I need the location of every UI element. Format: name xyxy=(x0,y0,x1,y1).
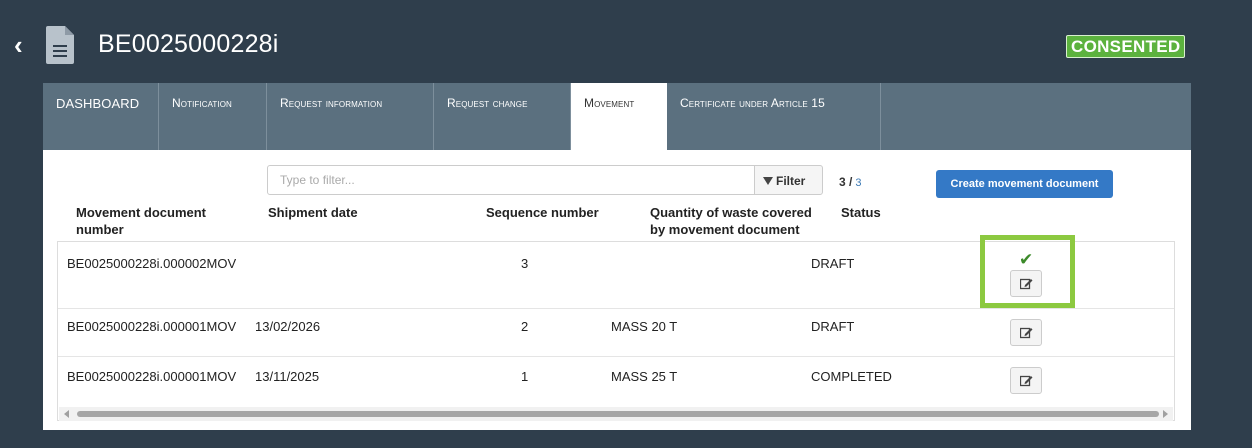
cell-doc-number: BE0025000228i.000001MOV xyxy=(67,319,237,334)
cell-sequence: 1 xyxy=(521,369,529,384)
document-icon xyxy=(46,26,74,64)
movement-panel: Filter 3 /3 Create movement document Mov… xyxy=(43,150,1191,430)
cell-sequence: 2 xyxy=(521,319,529,334)
page-title: BE0025000228i xyxy=(98,30,279,58)
column-header-doc-number[interactable]: Movement document number xyxy=(76,204,246,238)
filter-funnel-icon xyxy=(763,176,773,185)
status-badge: CONSENTED xyxy=(1066,35,1186,58)
scrollbar-thumb[interactable] xyxy=(77,411,1159,417)
back-chevron-icon[interactable]: ‹ xyxy=(14,32,32,58)
tab-dashboard[interactable]: DASHBOARD xyxy=(43,83,159,150)
filter-button-label: Filter xyxy=(776,174,806,188)
cell-status: COMPLETED xyxy=(811,369,892,384)
scroll-left-arrow-icon[interactable] xyxy=(64,410,69,418)
scroll-right-arrow-icon[interactable] xyxy=(1163,410,1168,418)
count-shown: 3 / xyxy=(839,175,853,189)
tab-request-change[interactable]: Request change xyxy=(434,83,571,150)
horizontal-scrollbar[interactable] xyxy=(59,407,1173,421)
column-header-shipment-date[interactable]: Shipment date xyxy=(268,204,358,221)
filter-input[interactable] xyxy=(267,165,755,195)
cell-doc-number: BE0025000228i.000001MOV xyxy=(67,369,237,384)
tab-notification[interactable]: Notification xyxy=(159,83,267,150)
header-bar: ‹ BE0025000228i CONSENTED xyxy=(0,0,1252,84)
cell-status: DRAFT xyxy=(811,256,855,271)
cell-doc-number: BE0025000228i.000002MOV xyxy=(67,256,237,271)
table-row[interactable]: BE0025000228i.000001MOV 13/11/2025 1 MAS… xyxy=(58,357,1174,405)
edit-icon xyxy=(1020,327,1033,339)
edit-icon xyxy=(1020,375,1033,387)
column-header-quantity[interactable]: Quantity of waste covered by movement do… xyxy=(650,204,830,238)
result-count: 3 /3 xyxy=(839,175,861,189)
tab-movement[interactable]: Movement xyxy=(571,83,667,150)
tab-bar: DASHBOARD Notification Request informati… xyxy=(43,83,1191,150)
cell-shipment-date: 13/11/2025 xyxy=(255,369,320,384)
cell-status: DRAFT xyxy=(811,319,855,334)
count-total: 3 xyxy=(855,177,862,189)
filter-button[interactable]: Filter xyxy=(754,165,823,195)
cell-quantity: MASS 20 T xyxy=(611,319,678,334)
tab-request-information[interactable]: Request information xyxy=(267,83,434,150)
highlight-annotation-box xyxy=(980,235,1075,308)
tab-certificate-article-15[interactable]: Certificate under Article 15 xyxy=(667,83,881,150)
cell-sequence: 3 xyxy=(521,256,529,271)
table-row[interactable]: BE0025000228i.000001MOV 13/02/2026 2 MAS… xyxy=(58,309,1174,357)
cell-quantity: MASS 25 T xyxy=(611,369,678,384)
column-header-status[interactable]: Status xyxy=(841,204,881,221)
create-movement-document-button[interactable]: Create movement document xyxy=(936,170,1113,198)
edit-button[interactable] xyxy=(1010,367,1042,394)
cell-shipment-date: 13/02/2026 xyxy=(255,319,321,334)
edit-button[interactable] xyxy=(1010,319,1042,346)
column-header-sequence-number[interactable]: Sequence number xyxy=(486,204,599,221)
